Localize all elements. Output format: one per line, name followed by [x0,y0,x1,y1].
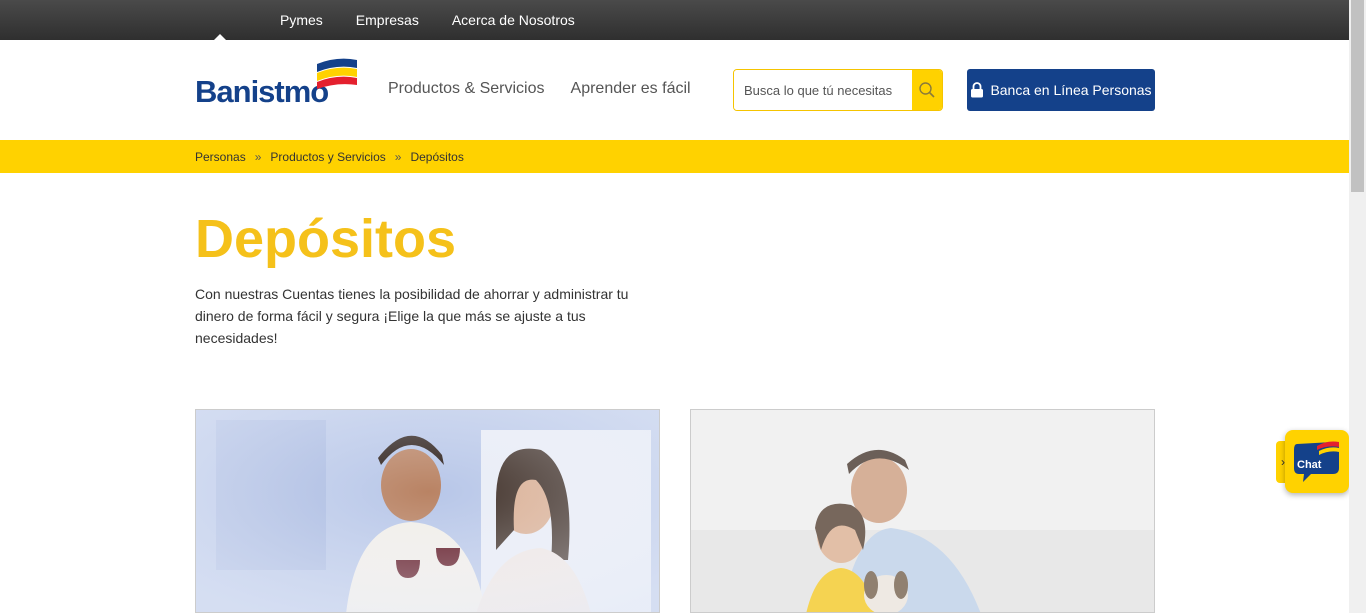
scrollbar-thumb[interactable] [1351,0,1364,192]
page-title: Depósitos [195,209,457,269]
chat-bubble-icon: Chat [1294,441,1339,482]
banca-label: Banca en Línea Personas [990,82,1152,98]
couple-dinner-image [196,410,659,612]
lock-icon [971,82,984,98]
top-bar: Pymes Empresas Acerca de Nosotros [0,0,1349,40]
product-card-family[interactable] [690,409,1155,613]
chat-label: Chat [1297,459,1322,471]
search-box [733,69,943,111]
search-button[interactable] [912,70,942,110]
product-card-couple-dinner[interactable] [195,409,660,613]
logo-flag-icon [317,58,357,89]
header: Banistmo Productos & Servicios Aprender … [0,40,1349,140]
chat-button[interactable]: Chat [1285,430,1349,493]
breadcrumb-productos[interactable]: Productos y Servicios [270,150,385,164]
top-nav-pymes[interactable]: Pymes [280,12,323,28]
search-icon [919,82,935,98]
breadcrumb: Personas » Productos y Servicios » Depós… [195,140,464,173]
top-nav: Pymes Empresas Acerca de Nosotros [280,0,575,40]
breadcrumb-bar: Personas » Productos y Servicios » Depós… [0,140,1349,173]
breadcrumb-separator: » [254,149,262,164]
top-nav-acerca[interactable]: Acerca de Nosotros [452,12,575,28]
banca-en-linea-button[interactable]: Banca en Línea Personas [967,69,1155,111]
page-description: Con nuestras Cuentas tienes la posibilid… [195,286,629,346]
banistmo-logo[interactable]: Banistmo [195,58,365,109]
search-input[interactable] [734,70,914,110]
main-nav: Productos & Servicios Aprender es fácil [388,80,691,98]
page-scrollbar[interactable] [1349,0,1366,613]
breadcrumb-separator: » [394,149,402,164]
top-nav-empresas[interactable]: Empresas [356,12,419,28]
nav-aprender[interactable]: Aprender es fácil [571,80,691,98]
family-image [691,410,1154,612]
breadcrumb-personas[interactable]: Personas [195,150,246,164]
nav-productos-servicios[interactable]: Productos & Servicios [388,80,545,98]
breadcrumb-depositos: Depósitos [410,149,464,164]
logo-text: Banistmo [195,74,329,109]
